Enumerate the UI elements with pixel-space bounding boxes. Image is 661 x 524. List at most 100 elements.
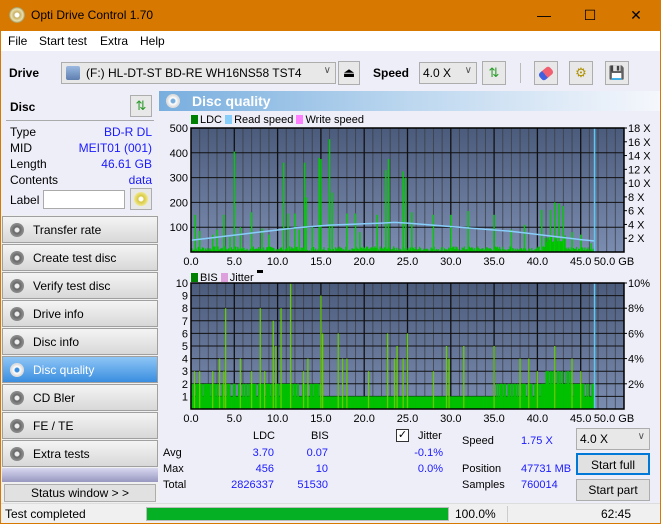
drive-select[interactable]: (F:) HL-DT-ST BD-RE WH16NS58 TST4 ∨ [61, 62, 336, 84]
disc-gear-icon [10, 447, 24, 461]
y-tick-label: 300 [170, 173, 188, 185]
y-tick-label: 8 [182, 303, 188, 315]
position-value: 47731 MB [521, 463, 572, 475]
nav-transfer-rate[interactable]: Transfer rate [2, 216, 158, 243]
y2-tick-label: 6% [628, 328, 644, 340]
bis-chart: 12345678910 2% 4% 6% 8% 10% 0.0 5.0 10.0 15.0 20.0… [176, 278, 650, 423]
nav-label: Transfer rate [33, 223, 102, 237]
disc-type-row: Type BD-R DL [10, 125, 152, 139]
eject-button[interactable]: ⏏ [338, 61, 360, 85]
speed-value: 4.0 X [423, 66, 452, 80]
start-full-button[interactable]: Start full [576, 453, 650, 475]
y-tick-label: 2 [182, 379, 188, 391]
y-tick-label: 400 [170, 148, 188, 160]
nav-create-test-disc[interactable]: Create test disc [2, 244, 158, 271]
x-tick-label: 15.0 [310, 256, 331, 268]
nav-drive-info[interactable]: Drive info [2, 300, 158, 327]
y-tick-label: 1 [182, 391, 188, 403]
progress-text: 100.0% [455, 507, 496, 521]
nav-disc-info[interactable]: Disc info [2, 328, 158, 355]
erase-button[interactable] [534, 61, 558, 85]
samples-value: 760014 [521, 479, 558, 491]
x-tick-label: 10.0 [267, 413, 288, 423]
legend-marker [256, 270, 263, 273]
nav-label: FE / TE [33, 419, 74, 433]
maximize-button[interactable]: ☐ [567, 0, 613, 31]
divider [6, 120, 154, 121]
menu-start-test[interactable]: Start test [39, 34, 87, 48]
status-window-button[interactable]: Status window > > [4, 484, 156, 502]
jitter-label: Jitter [418, 430, 442, 442]
total-label: Total [163, 479, 187, 491]
ldc-chart: 100 200 300 400 500 2 X 4 X6 X 8 X 10 X 12 X14 X 1… [170, 123, 652, 268]
disc-gear-icon [10, 279, 24, 293]
test-speed-select[interactable]: 4.0 X ∨ [576, 428, 650, 450]
speed-label: Speed [373, 66, 410, 80]
menu-help[interactable]: Help [140, 34, 165, 48]
window-title: Opti Drive Control 1.70 [31, 8, 154, 22]
disc-mid-row: MID MEIT01 (001) [10, 141, 152, 155]
nav-disc-quality[interactable]: Disc quality [2, 356, 158, 383]
refresh-button[interactable]: ⇅ [482, 61, 506, 85]
y-tick-label: 6 [182, 328, 188, 340]
chevron-down-icon: ∨ [323, 65, 331, 76]
settings-icon: ⚙ [575, 65, 587, 80]
x-tick-label: 30.0 [440, 413, 461, 423]
nav-fe-te[interactable]: FE / TE [2, 412, 158, 439]
total-ldc: 2826337 [231, 479, 274, 491]
refresh-icon: ⇅ [488, 65, 500, 80]
save-icon: 💾 [608, 65, 626, 80]
nav-label: Disc info [33, 335, 80, 349]
disc-gear-icon [10, 391, 24, 405]
max-bis: 10 [315, 463, 328, 475]
disc-gear-icon [10, 363, 24, 377]
x-tick-label: 15.0 [310, 413, 331, 423]
drive-icon [66, 66, 80, 80]
x-tick-label: 20.0 [353, 256, 374, 268]
x-tick-label: 0.0 [183, 256, 198, 268]
settings-button[interactable]: ⚙ [569, 61, 593, 85]
y-tick-label: 5 [182, 341, 188, 353]
nav-cd-bler[interactable]: CD Bler [2, 384, 158, 411]
y-tick-label: 3 [182, 366, 188, 378]
avg-label: Avg [163, 447, 182, 459]
menu-extra[interactable]: Extra [100, 34, 128, 48]
test-speed-value: 4.0 X [580, 432, 609, 446]
label-input[interactable] [43, 190, 125, 209]
app-disc-icon [9, 7, 25, 23]
toolbar-separator [520, 63, 521, 83]
nav-label: Drive info [33, 307, 84, 321]
minimize-button[interactable]: — [521, 0, 567, 31]
avg-jitter: -0.1% [414, 447, 443, 459]
app-window: Opti Drive Control 1.70 — ☐ ✕ File Start… [1, 0, 660, 523]
panel-header: Disc quality [159, 91, 660, 111]
menu-file[interactable]: File [8, 34, 27, 48]
speed-select[interactable]: 4.0 X ∨ [419, 62, 477, 84]
x-tick-label: 25.0 [397, 413, 418, 423]
jitter-checkbox[interactable]: ✓ [396, 429, 409, 442]
sidebar: Disc ⇅ Type BD-R DL MID MEIT01 (001) Lengt… [2, 91, 158, 503]
start-part-button[interactable]: Start part [576, 479, 650, 501]
field-label: Type [10, 125, 37, 139]
avg-ldc: 3.70 [252, 447, 274, 459]
y-tick-label: 7 [182, 316, 188, 328]
label-disc-button[interactable] [130, 188, 152, 210]
status-divider [507, 506, 508, 522]
panel-title: Disc quality [192, 93, 271, 109]
y2-tick-label: 8 X [628, 192, 645, 204]
progress-fill [147, 508, 448, 520]
disc-refresh-button[interactable]: ⇅ [130, 95, 152, 117]
nav-extra-tests[interactable]: Extra tests [2, 440, 158, 467]
status-text: Test completed [5, 507, 86, 521]
menu-bar: File Start test Extra Help [1, 31, 660, 51]
save-button[interactable]: 💾 [605, 61, 629, 85]
nav-verify-test-disc[interactable]: Verify test disc [2, 272, 158, 299]
y2-tick-label: 18 X [628, 123, 651, 135]
progress-bar [146, 507, 449, 521]
y-tick-label: 10 [176, 278, 188, 290]
x-tick-label: 50.0 GB [594, 256, 634, 268]
close-button[interactable]: ✕ [613, 0, 659, 31]
field-value: 46.61 GB [101, 157, 152, 171]
status-bar: Test completed 100.0% 62:45 [1, 503, 660, 523]
elapsed-time: 62:45 [601, 507, 632, 521]
